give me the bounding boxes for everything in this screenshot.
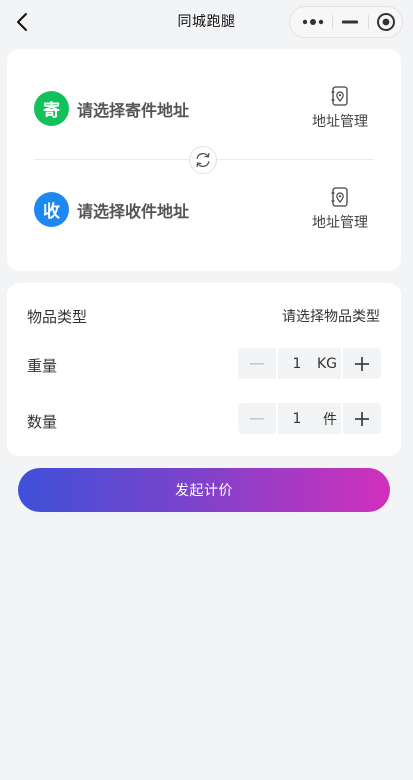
count-increase-button[interactable] [343, 403, 381, 434]
sender-manage-label: 地址管理 [312, 114, 368, 130]
minimize-button[interactable] [336, 7, 364, 37]
item-type-label: 物品类型 [27, 308, 88, 326]
sender-address-manage-button[interactable]: 地址管理 [302, 86, 378, 131]
address-book-pin-icon [331, 86, 348, 106]
goods-card: 物品类型 请选择物品类型 重量 1 KG 数量 1 件 [7, 283, 401, 456]
count-unit: 件 [323, 411, 337, 428]
receiver-address-select[interactable]: 请选择收件地址 [77, 198, 189, 222]
count-value: 1 [292, 410, 302, 427]
minus-icon [250, 362, 264, 365]
minus-icon [342, 20, 358, 24]
more-button[interactable] [298, 7, 328, 37]
more-dots-icon [302, 19, 324, 25]
count-decrease-button[interactable] [238, 403, 276, 434]
target-circle-icon [377, 13, 395, 31]
weight-value-field[interactable]: 1 KG [278, 348, 341, 379]
item-type-select[interactable]: 请选择物品类型 [282, 306, 380, 326]
swap-address-button[interactable] [189, 146, 217, 174]
address-card: 寄 请选择寄件地址 地址管理 收 请选择收件地址 地址管理 [7, 49, 401, 271]
sender-address-select[interactable]: 请选择寄件地址 [77, 97, 189, 121]
weight-decrease-button[interactable] [238, 348, 276, 379]
weight-value: 1 [292, 355, 302, 372]
close-button[interactable] [372, 7, 400, 37]
count-label: 数量 [27, 413, 58, 431]
count-stepper: 1 件 [238, 403, 381, 434]
address-book-pin-icon [331, 187, 348, 207]
weight-unit: KG [316, 355, 337, 372]
weight-stepper: 1 KG [238, 348, 381, 379]
refresh-swap-icon [196, 152, 210, 168]
receiver-badge: 收 [34, 192, 69, 227]
plus-icon [355, 356, 369, 371]
count-value-field[interactable]: 1 件 [278, 403, 341, 434]
mini-program-capsule [289, 6, 403, 38]
sender-badge: 寄 [34, 91, 69, 126]
receiver-manage-label: 地址管理 [312, 215, 368, 231]
weight-label: 重量 [27, 357, 58, 375]
navigation-bar: 同城跑腿 [0, 0, 413, 44]
capsule-divider [368, 15, 369, 29]
weight-increase-button[interactable] [343, 348, 381, 379]
plus-icon [355, 411, 369, 426]
start-pricing-button[interactable]: 发起计价 [18, 468, 390, 512]
capsule-divider [332, 15, 333, 29]
receiver-address-manage-button[interactable]: 地址管理 [302, 187, 378, 232]
minus-icon [250, 417, 264, 420]
